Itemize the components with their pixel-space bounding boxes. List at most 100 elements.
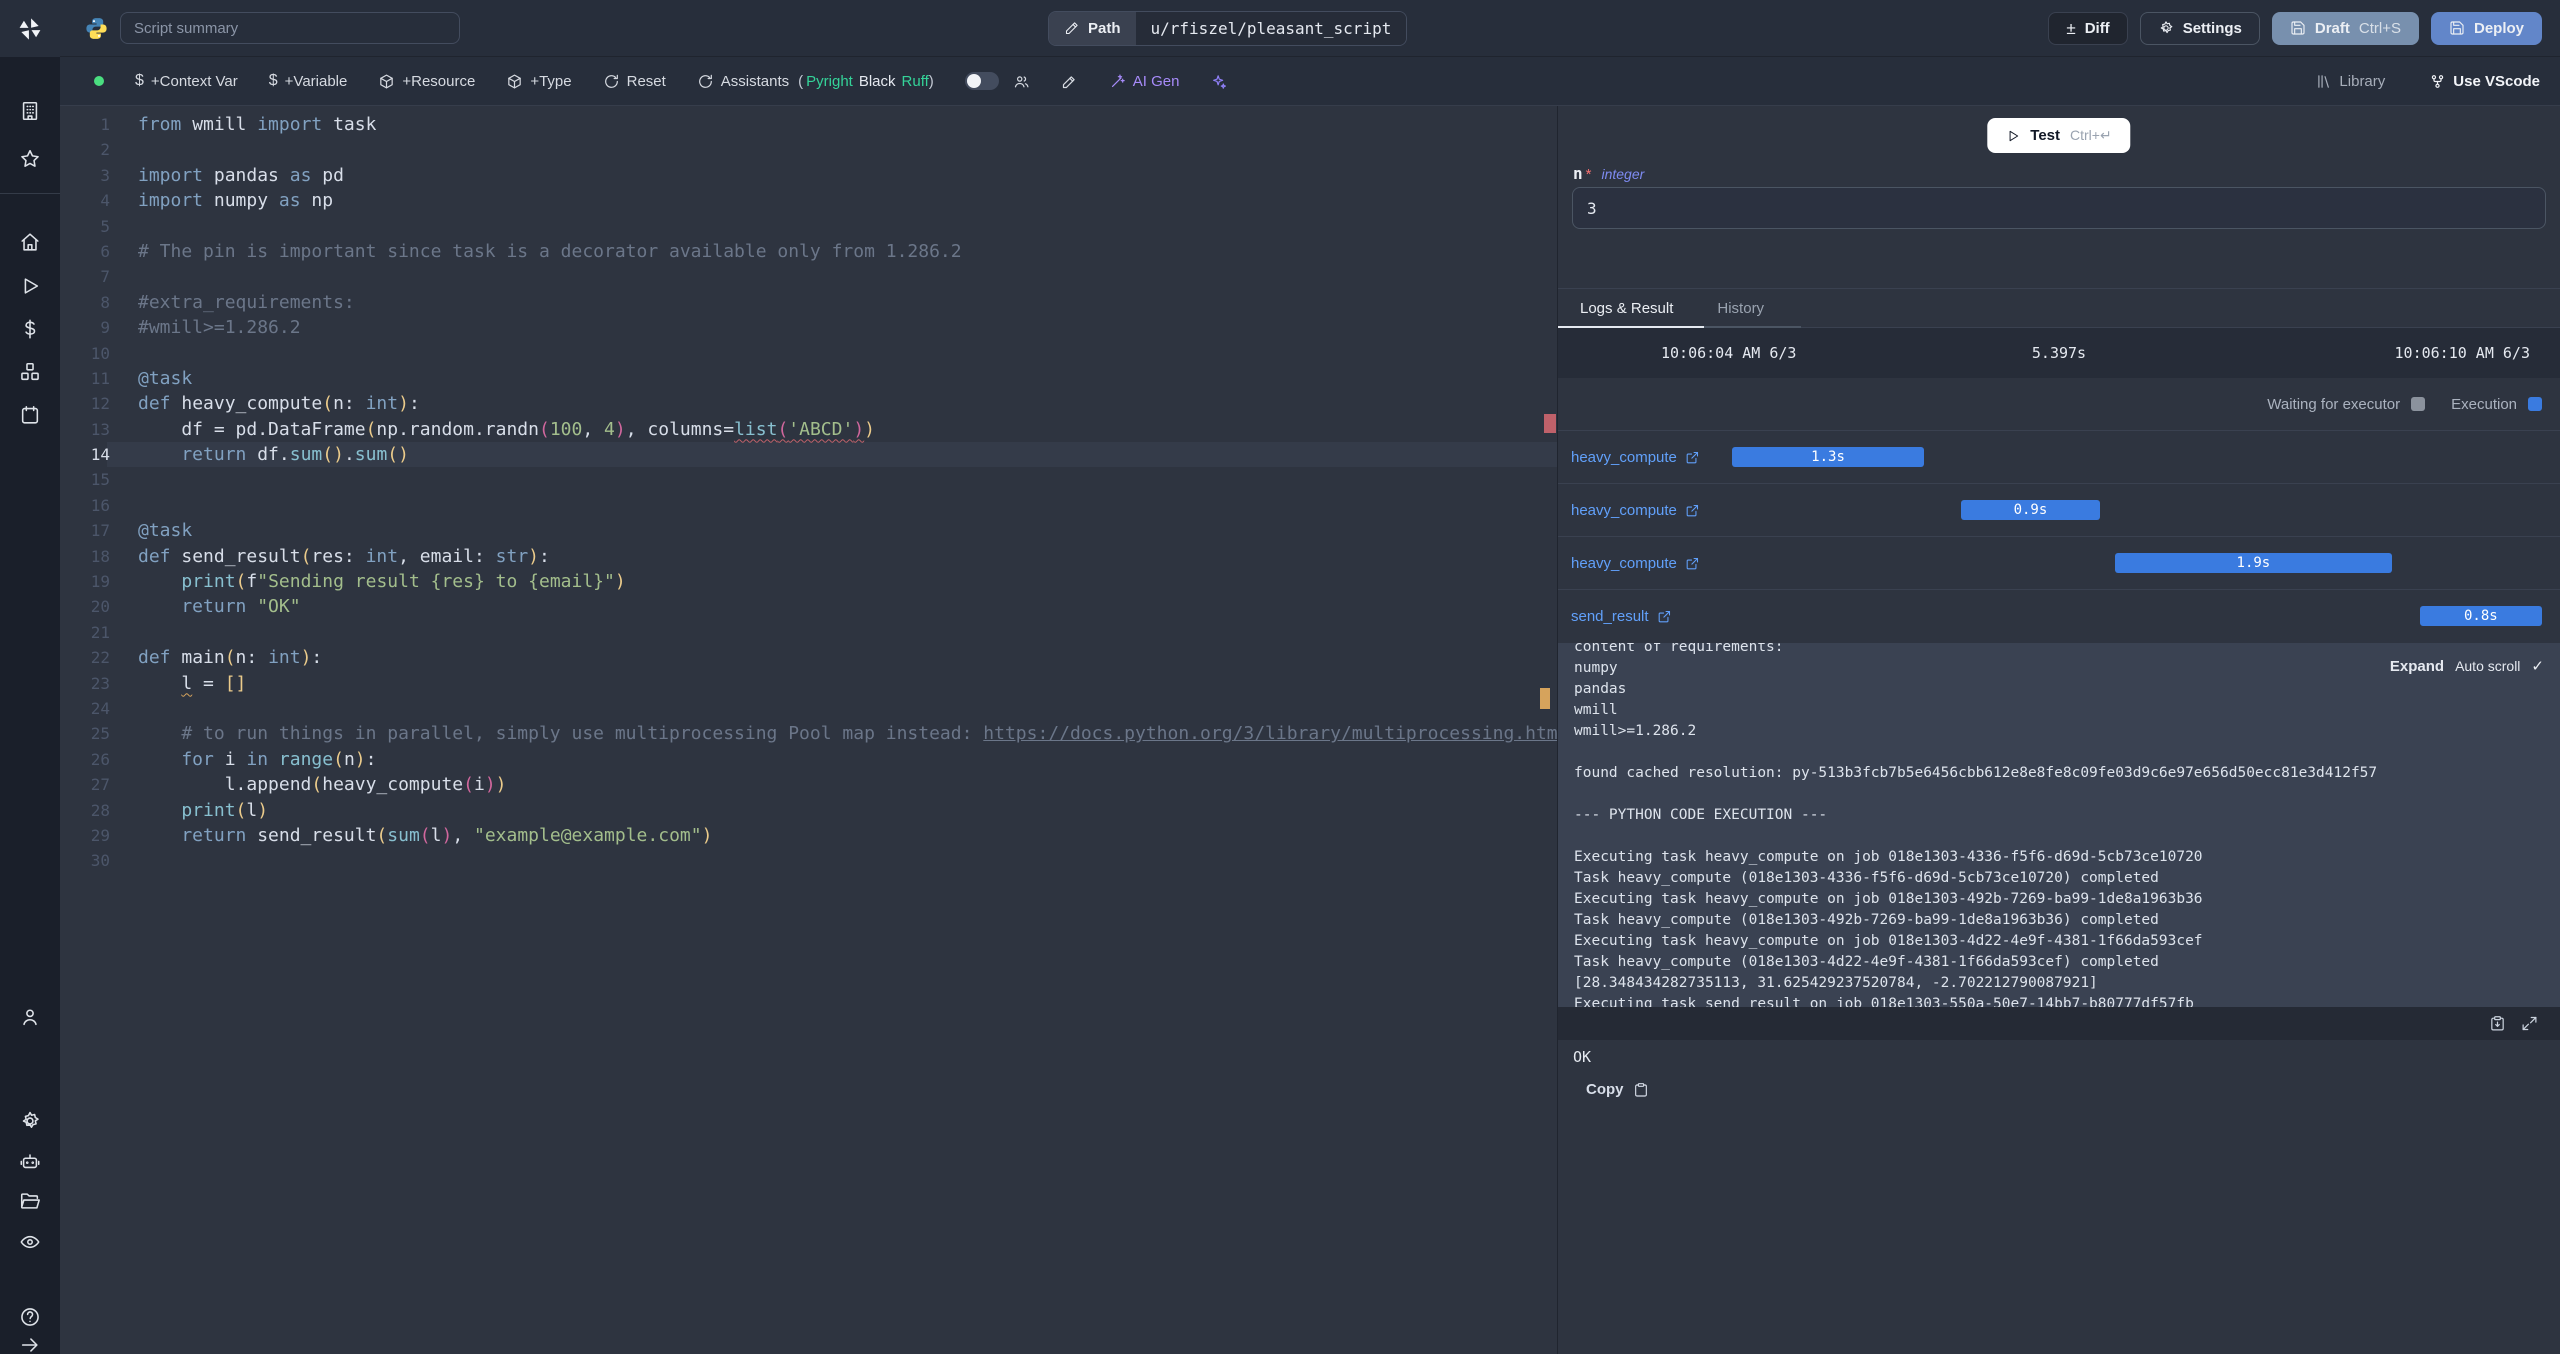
code-line-1[interactable]: 1 from wmill import task — [60, 112, 1557, 137]
expand-button[interactable]: Expand — [2390, 658, 2444, 675]
code-line-28[interactable]: 28 print(l) — [60, 798, 1557, 823]
job-link-heavy_compute[interactable]: heavy_compute — [1571, 431, 1700, 483]
code-line-7[interactable]: 7 — [60, 264, 1557, 289]
autoscroll-toggle[interactable]: Auto scroll — [2455, 658, 2520, 674]
line-number: 20 — [90, 597, 110, 617]
sidebar-item-home[interactable] — [19, 231, 41, 253]
sidebar-item-boxes[interactable] — [19, 361, 41, 383]
ai-sparkles-button[interactable] — [1210, 73, 1227, 90]
multiplayer-toggle[interactable] — [964, 72, 999, 90]
ai-gen-button[interactable]: AI Gen — [1109, 73, 1179, 90]
play-icon — [19, 275, 41, 297]
arg-required-asterisk: * — [1585, 166, 1592, 183]
sidebar-item-arrow-right[interactable] — [19, 1334, 41, 1354]
assistants-button[interactable]: Assistants ( Pyright Black Ruff ) — [697, 73, 934, 90]
code-line-14[interactable]: 14 return df.sum().sum() — [60, 442, 1557, 468]
code-line-21[interactable]: 21 — [60, 620, 1557, 645]
code-line-23[interactable]: 23 l = [] — [60, 671, 1557, 696]
legend-execution-swatch — [2528, 397, 2542, 411]
add-resource-button[interactable]: +Resource — [378, 73, 475, 90]
log-line: Executing task send_result on job 018e13… — [1574, 996, 2194, 1007]
add-variable-button[interactable]: $ +Variable — [269, 72, 348, 90]
code-line-24[interactable]: 24 — [60, 696, 1557, 721]
reset-button[interactable]: Reset — [603, 73, 666, 90]
code-line-15[interactable]: 15 — [60, 467, 1557, 492]
code-line-11[interactable]: 11 @task — [60, 366, 1557, 391]
code-line-29[interactable]: 29 return send_result(sum(l), "example@e… — [60, 823, 1557, 848]
code-editor[interactable]: 1 from wmill import task 2 3 import pandas a… — [60, 106, 1557, 1354]
windmill-logo[interactable] — [0, 0, 60, 57]
test-button[interactable]: Test Ctrl+↵ — [1987, 118, 2131, 153]
tab-history[interactable]: History — [1695, 289, 1786, 327]
arg-n-input[interactable] — [1572, 187, 2546, 229]
tab-logs-result[interactable]: Logs & Result — [1558, 289, 1695, 327]
sidebar-item-building[interactable] — [19, 100, 41, 122]
overview-ruler-warning-marker — [1540, 688, 1550, 709]
code-line-2[interactable]: 2 — [60, 137, 1557, 162]
sidebar-item-bot[interactable] — [19, 1150, 41, 1172]
code-line-5[interactable]: 5 — [60, 214, 1557, 239]
sidebar-item-play[interactable] — [19, 275, 41, 297]
job-link-send_result[interactable]: send_result — [1571, 590, 1672, 642]
path-button[interactable]: Path u/rfiszel/pleasant_script — [1048, 11, 1408, 46]
sidebar-item-dollar[interactable] — [19, 318, 41, 340]
code-line-26[interactable]: 26 for i in range(n): — [60, 747, 1557, 772]
external-link-icon — [1685, 503, 1700, 518]
code-text: return df.sum().sum() — [138, 444, 409, 466]
sidebar-item-help[interactable] — [19, 1306, 41, 1328]
code-line-20[interactable]: 20 return "OK" — [60, 594, 1557, 619]
code-line-6[interactable]: 6 # The pin is important since task is a … — [60, 239, 1557, 264]
multiplayer-button[interactable] — [1013, 73, 1030, 90]
draft-button[interactable]: Draft Ctrl+S — [2271, 11, 2419, 45]
job-link-heavy_compute[interactable]: heavy_compute — [1571, 484, 1700, 536]
code-line-18[interactable]: 18 def send_result(res: int, email: str): — [60, 544, 1557, 569]
job-row-1: heavy_compute 1.3s — [1558, 430, 2560, 483]
check-icon: ✓ — [2531, 658, 2544, 675]
code-line-8[interactable]: 8 #extra_requirements: — [60, 290, 1557, 315]
code-line-9[interactable]: 9 #wmill>=1.286.2 — [60, 315, 1557, 340]
sidebar-item-calendar[interactable] — [19, 404, 41, 426]
diff-button[interactable]: ± Diff — [2048, 11, 2128, 45]
code-line-19[interactable]: 19 print(f"Sending result {res} to {emai… — [60, 569, 1557, 594]
sidebar-item-gear[interactable] — [19, 1110, 41, 1132]
settings-button[interactable]: Settings — [2139, 11, 2260, 45]
code-text: print(f"Sending result {res} to {email}"… — [181, 571, 626, 593]
assistants-label: Assistants — [720, 72, 790, 90]
copy-logs-icon[interactable] — [2489, 1015, 2506, 1032]
script-summary-input[interactable] — [120, 12, 460, 44]
copy-result-button[interactable]: Copy — [1586, 1081, 1649, 1098]
library-button[interactable]: Library — [2315, 73, 2385, 90]
code-line-10[interactable]: 10 — [60, 341, 1557, 366]
sidebar-item-user[interactable] — [19, 1006, 41, 1028]
code-line-30[interactable]: 30 — [60, 848, 1557, 873]
line-number: 1 — [100, 115, 110, 134]
expand-logs-icon[interactable] — [2521, 1015, 2538, 1032]
code-line-25[interactable]: 25 # to run things in parallel, simply u… — [60, 721, 1557, 746]
sidebar-item-folder[interactable] — [19, 1190, 41, 1212]
arg-name: n — [1573, 164, 1583, 183]
code-line-4[interactable]: 4 import numpy as np — [60, 188, 1557, 213]
code-line-12[interactable]: 12 def heavy_compute(n: int): — [60, 391, 1557, 416]
deploy-button[interactable]: Deploy — [2430, 11, 2542, 45]
log-viewer[interactable]: content of requirements: numpy pandas wmill… — [1558, 643, 2560, 1007]
code-line-3[interactable]: 3 import pandas as pd — [60, 163, 1557, 188]
code-line-22[interactable]: 22 def main(n: int): — [60, 645, 1557, 670]
code-line-17[interactable]: 17 @task — [60, 518, 1557, 543]
log-line: [28.348434282735113, 31.625429237520784,… — [1574, 975, 2098, 991]
diff-label: Diff — [2084, 19, 2110, 37]
sidebar-item-eye[interactable] — [19, 1231, 41, 1253]
status-dot — [94, 76, 104, 86]
add-type-button[interactable]: +Type — [506, 73, 572, 90]
format-button[interactable] — [1061, 73, 1078, 90]
use-vscode-button[interactable]: Use VScode — [2429, 73, 2540, 90]
job-link-heavy_compute[interactable]: heavy_compute — [1571, 537, 1700, 589]
assistant-ruff: Ruff — [901, 72, 929, 90]
code-line-16[interactable]: 16 — [60, 493, 1557, 518]
add-context-var-button[interactable]: $ +Context Var — [135, 72, 238, 90]
code-line-13[interactable]: 13 df = pd.DataFrame(np.random.randn(100… — [60, 417, 1557, 442]
sidebar-item-star[interactable] — [19, 148, 41, 170]
settings-label: Settings — [2182, 19, 2242, 37]
code-line-27[interactable]: 27 l.append(heavy_compute(i)) — [60, 772, 1557, 797]
